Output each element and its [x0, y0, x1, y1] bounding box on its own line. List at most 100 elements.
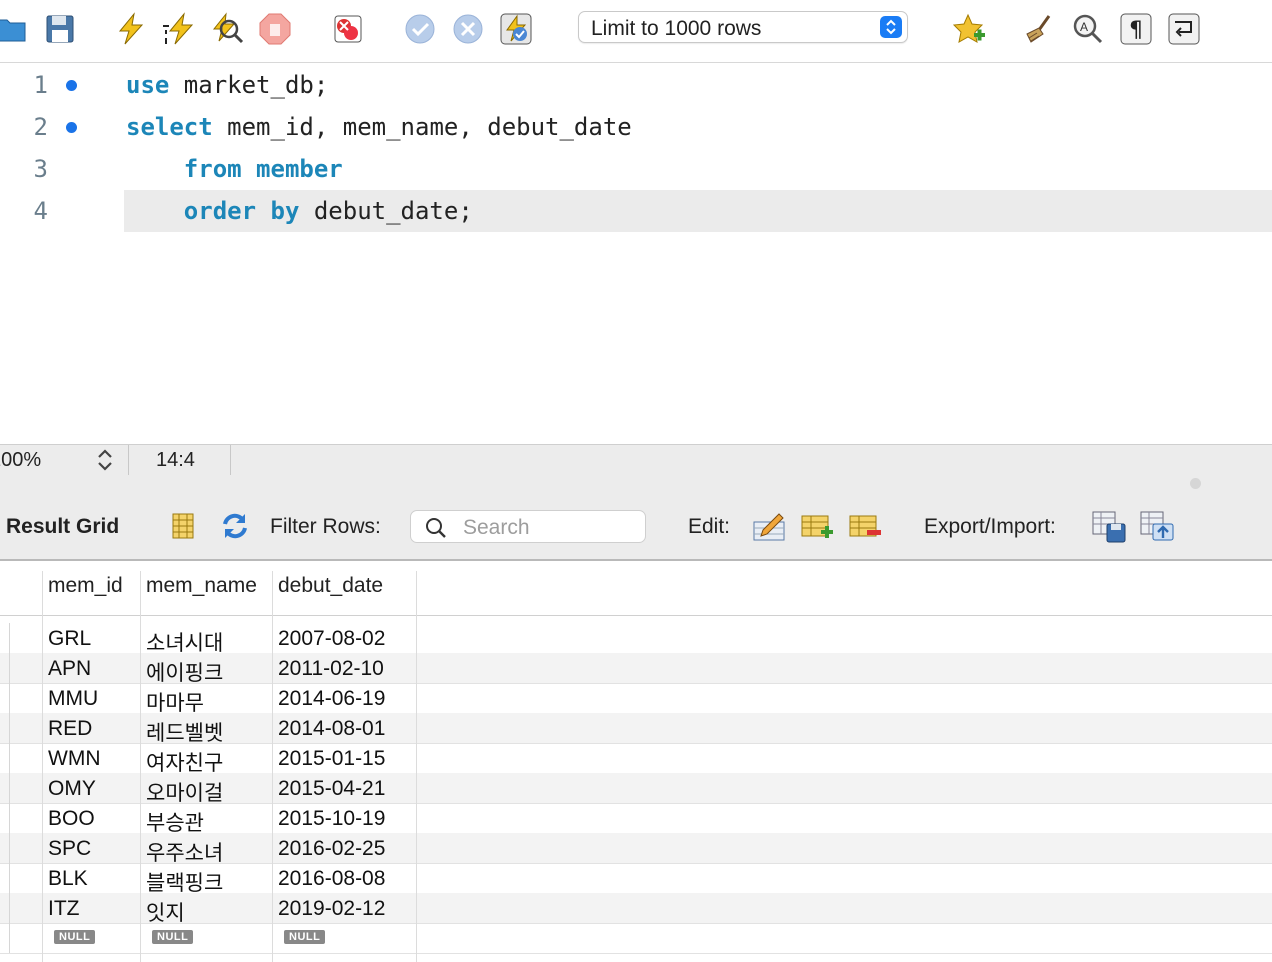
code-line: 1 use market_db;	[0, 64, 1272, 106]
cell-debut-date[interactable]: 2015-10-19	[278, 807, 385, 831]
row-marker	[9, 803, 10, 833]
identifier: market_db;	[169, 71, 329, 99]
code-line: 2 select mem_id, mem_name, debut_date	[0, 106, 1272, 148]
result-grid[interactable]: mem_id mem_name debut_date GRL 소녀시대 2007-0…	[0, 561, 1272, 962]
cell-mem-id[interactable]: ITZ	[48, 897, 80, 921]
divider	[230, 445, 231, 475]
grid-header: mem_id mem_name debut_date	[0, 561, 1272, 616]
column-divider	[272, 571, 273, 962]
cell-mem-id[interactable]: OMY	[48, 777, 96, 801]
explain-icon[interactable]	[209, 10, 245, 48]
delete-row-icon[interactable]	[846, 507, 884, 545]
table-row-new[interactable]: NULL NULL NULL	[0, 923, 1272, 954]
cell-debut-date[interactable]: 2007-08-02	[278, 627, 385, 651]
editor-status-bar: 100% 14:4	[0, 444, 1272, 475]
execute-current-icon[interactable]	[161, 10, 197, 48]
grid-layout-icon[interactable]	[164, 507, 202, 545]
code-text: select mem_id, mem_name, debut_date	[126, 106, 632, 148]
table-row[interactable]: OMY 오마이걸 2015-04-21	[0, 773, 1272, 805]
keyword: order by	[183, 197, 300, 225]
line-number: 2	[33, 113, 48, 141]
table-row[interactable]: SPC 우주소녀 2016-02-25	[0, 833, 1272, 865]
column-divider	[42, 571, 43, 962]
null-badge[interactable]: NULL	[152, 930, 194, 944]
rollback-icon[interactable]	[450, 10, 486, 48]
sql-editor[interactable]: 1 use market_db; 2 select mem_id, mem_na…	[0, 63, 1272, 443]
cell-mem-id[interactable]: GRL	[48, 627, 91, 651]
cell-mem-id[interactable]: MMU	[48, 687, 98, 711]
cell-debut-date[interactable]: 2014-08-01	[278, 717, 385, 741]
invisible-chars-icon[interactable]: ¶	[1118, 10, 1154, 48]
execute-icon[interactable]	[113, 10, 149, 48]
cell-debut-date[interactable]: 2015-01-15	[278, 747, 385, 771]
code-line-current: 4 order by debut_date;	[0, 190, 1272, 232]
wrap-icon[interactable]	[1166, 10, 1202, 48]
chevron-updown-icon	[880, 16, 902, 38]
divider	[128, 445, 129, 475]
autocommit-icon[interactable]	[498, 10, 534, 48]
edit-label: Edit:	[688, 515, 731, 538]
export-import-label: Export/Import:	[924, 515, 1056, 538]
find-icon[interactable]: A	[1070, 10, 1106, 48]
beautify-icon[interactable]	[1022, 10, 1058, 48]
row-marker	[9, 863, 10, 893]
table-row[interactable]: ITZ 잇지 2019-02-12	[0, 893, 1272, 925]
table-row[interactable]: BOO 부승관 2015-10-19	[0, 803, 1272, 835]
add-row-icon[interactable]	[798, 507, 836, 545]
cell-mem-id[interactable]: BLK	[48, 867, 88, 891]
cell-debut-date[interactable]: 2019-02-12	[278, 897, 385, 921]
table-row[interactable]: GRL 소녀시대 2007-08-02	[0, 623, 1272, 655]
zoom-stepper-icon[interactable]	[96, 447, 114, 478]
table-row[interactable]: MMU 마마무 2014-06-19	[0, 683, 1272, 715]
line-number: 4	[33, 197, 48, 225]
cell-mem-id[interactable]: APN	[48, 657, 91, 681]
column-header-mem-id[interactable]: mem_id	[48, 574, 123, 598]
snippet-star-icon[interactable]	[952, 10, 988, 48]
refresh-icon[interactable]	[216, 507, 254, 545]
cell-mem-id[interactable]: SPC	[48, 837, 91, 861]
line-number: 3	[33, 155, 48, 183]
null-badge[interactable]: NULL	[284, 930, 326, 944]
cell-debut-date[interactable]: 2015-04-21	[278, 777, 385, 801]
commit-icon[interactable]	[402, 10, 438, 48]
cell-debut-date[interactable]: 2011-02-10	[278, 657, 384, 681]
limit-rows-select[interactable]: Limit to 1000 rows	[578, 11, 908, 43]
row-marker	[9, 713, 10, 743]
svg-text:¶: ¶	[1129, 18, 1143, 43]
column-header-mem-name[interactable]: mem_name	[146, 574, 257, 598]
search-placeholder: Search	[463, 516, 530, 539]
table-row[interactable]: WMN 여자친구 2015-01-15	[0, 743, 1272, 775]
null-badge[interactable]: NULL	[54, 930, 96, 944]
row-marker	[9, 773, 10, 803]
edit-row-icon[interactable]	[750, 507, 788, 545]
cell-mem-id[interactable]: BOO	[48, 807, 95, 831]
filter-rows-label: Filter Rows:	[270, 515, 381, 538]
column-header-debut-date[interactable]: debut_date	[278, 574, 383, 598]
splitter-handle[interactable]	[1190, 478, 1201, 489]
keyword: from member	[183, 155, 343, 183]
stop-on-error-icon[interactable]	[330, 10, 366, 48]
filter-search-input[interactable]: Search	[410, 510, 646, 543]
cell-debut-date[interactable]: 2016-02-25	[278, 837, 385, 861]
table-row[interactable]: BLK 블랙핑크 2016-08-08	[0, 863, 1272, 895]
save-icon[interactable]	[42, 10, 78, 48]
import-icon[interactable]	[1138, 507, 1176, 545]
cell-debut-date[interactable]: 2016-08-08	[278, 867, 385, 891]
table-row[interactable]: APN 에이핑크 2011-02-10	[0, 653, 1272, 685]
result-toolbar: Result Grid Filter Rows: Search Edit: Ex…	[0, 475, 1272, 561]
column-divider	[416, 571, 417, 962]
folder-icon[interactable]	[0, 10, 28, 48]
result-grid-title: Result Grid	[6, 515, 120, 538]
cell-mem-id[interactable]: RED	[48, 717, 92, 741]
keyword: select	[126, 113, 213, 141]
cell-mem-id[interactable]: WMN	[48, 747, 100, 771]
row-marker	[9, 743, 10, 773]
cursor-position: 14:4	[156, 449, 195, 471]
row-marker	[9, 653, 10, 683]
row-marker	[9, 923, 10, 953]
stop-icon[interactable]	[257, 10, 293, 48]
cell-debut-date[interactable]: 2014-06-19	[278, 687, 385, 711]
table-row[interactable]: RED 레드벨벳 2014-08-01	[0, 713, 1272, 745]
export-icon[interactable]	[1090, 507, 1128, 545]
